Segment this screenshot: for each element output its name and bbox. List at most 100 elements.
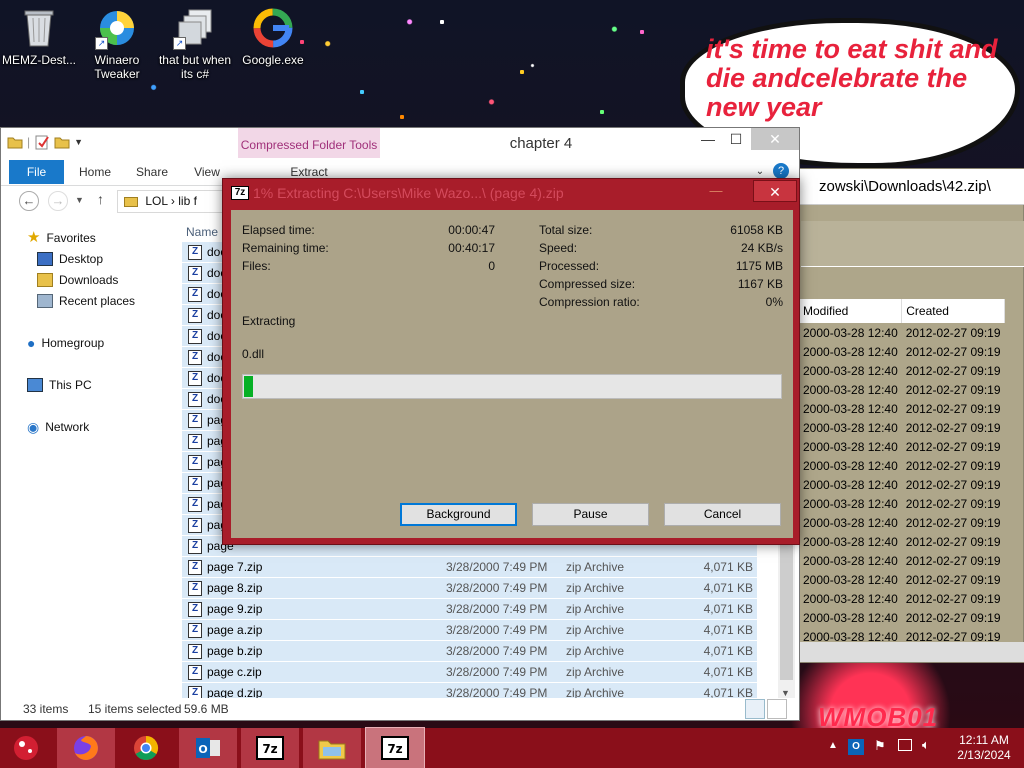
pause-button[interactable]: Pause [532, 503, 649, 526]
maximize-button[interactable]: ☐ [719, 128, 753, 150]
nav-homegroup[interactable]: ● Homegroup [27, 333, 104, 353]
scrollbar-thumb[interactable] [780, 540, 793, 680]
file-row[interactable]: Zpage 7.zip 3/28/2000 7:49 PM zip Archive 4… [182, 556, 757, 577]
qat-dropdown-icon[interactable]: ▼ [74, 137, 83, 147]
forward-button[interactable]: → [48, 191, 68, 211]
confetti [520, 70, 524, 74]
outlook-tray-icon[interactable]: O [848, 739, 864, 755]
file-row[interactable]: Zpage a.zip 3/28/2000 7:49 PM zip Archive 4… [182, 619, 757, 640]
taskbar-outlook[interactable]: O [179, 728, 237, 768]
background-button[interactable]: Background [400, 503, 517, 526]
up-button[interactable]: ↑ [97, 191, 104, 207]
archive-table-row[interactable]: 2000-03-28 12:40 2012-02-27 09:19 [799, 380, 1005, 399]
archive-table-row[interactable]: 2000-03-28 12:40 2012-02-27 09:19 [799, 399, 1005, 418]
archive-table-row[interactable]: 2000-03-28 12:40 2012-02-27 09:19 [799, 532, 1005, 551]
nav-network[interactable]: ◉ Network [27, 417, 89, 437]
nav-label: Recent places [59, 294, 136, 308]
address-bar[interactable]: LOL › lib f [117, 190, 237, 213]
file-row[interactable]: Zpage 8.zip 3/28/2000 7:49 PM zip Archive 4… [182, 577, 757, 598]
speed-label: Speed: [539, 241, 578, 255]
help-icon[interactable]: ? [773, 163, 789, 179]
cell-modified: 2000-03-28 12:40 [803, 572, 898, 587]
close-button[interactable]: ✕ [751, 128, 799, 150]
file-date: 3/28/2000 7:49 PM [446, 665, 548, 679]
nav-favorites[interactable]: ★ Favorites [27, 228, 96, 248]
cell-created: 2012-02-27 09:19 [905, 401, 1001, 416]
file-row[interactable]: Zpage d.zip 3/28/2000 7:49 PM zip Archive 4… [182, 682, 757, 698]
clock[interactable]: 12:11 AM 2/13/2024 [944, 733, 1024, 763]
google-icon [251, 6, 295, 50]
files-label: Files: [242, 259, 271, 273]
system-tray: ▲ O ⚑ 🔈︎ 12:11 AM 2/13/2024 [824, 728, 1024, 768]
archive-table-row[interactable]: 2000-03-28 12:40 2012-02-27 09:19 [799, 608, 1005, 627]
archive-table-row[interactable]: 2000-03-28 12:40 2012-02-27 09:19 [799, 437, 1005, 456]
column-header-modified[interactable]: Modified [799, 299, 903, 323]
desktop-icon-winaero[interactable]: ↗ Winaero Tweaker [78, 0, 156, 81]
details-view-button[interactable] [745, 699, 765, 719]
nav-recent-places[interactable]: Recent places [37, 291, 135, 311]
folder-icon [124, 196, 138, 207]
close-button[interactable]: ✕ [753, 180, 797, 202]
network-icon: ◉ [27, 419, 40, 435]
tab-file[interactable]: File [9, 160, 64, 184]
desktop-icon-memz[interactable]: MEMZ-Dest... [0, 0, 78, 67]
remaining-time-label: Remaining time: [242, 241, 329, 255]
tab-home[interactable]: Home [71, 160, 119, 184]
archive-table-row[interactable]: 2000-03-28 12:40 2012-02-27 09:19 [799, 323, 1005, 342]
archive-table-row[interactable]: 2000-03-28 12:40 2012-02-27 09:19 [799, 551, 1005, 570]
archive-table-row[interactable]: 2000-03-28 12:40 2012-02-27 09:19 [799, 513, 1005, 532]
minimize-button[interactable]: — [701, 181, 731, 201]
new-folder-icon[interactable] [54, 134, 70, 150]
confetti [640, 30, 644, 34]
archive-table-row[interactable]: 2000-03-28 12:40 2012-02-27 09:19 [799, 456, 1005, 475]
taskbar-file-explorer[interactable] [303, 728, 361, 768]
file-row[interactable]: Zpage 9.zip 3/28/2000 7:49 PM zip Archive 4… [182, 598, 757, 619]
properties-icon[interactable] [34, 134, 50, 150]
folder-icon[interactable] [7, 134, 23, 150]
show-hidden-icons-icon[interactable]: ▲ [828, 740, 838, 751]
desktop-icon-csharp[interactable]: ↗ that but when its c# [156, 0, 234, 81]
tab-share[interactable]: Share [129, 160, 175, 184]
item-count: 33 items [23, 702, 69, 716]
large-icons-view-button[interactable] [767, 699, 787, 719]
recent-locations-icon[interactable]: ▼ [75, 195, 84, 205]
archive-table-row[interactable]: 2000-03-28 12:40 2012-02-27 09:19 [799, 418, 1005, 437]
selected-size: 59.6 MB [184, 702, 229, 716]
dialog-title: 1% Extracting C:\Users\Mike Wazo...\ (pa… [253, 185, 564, 201]
archive-table-row[interactable]: 2000-03-28 12:40 2012-02-27 09:19 [799, 342, 1005, 361]
archive-table-row[interactable]: 2000-03-28 12:40 2012-02-27 09:19 [799, 570, 1005, 589]
network-icon[interactable] [898, 739, 912, 751]
start-button[interactable] [0, 728, 52, 768]
zip-file-icon: Z [188, 476, 202, 491]
taskbar-7zip-progress[interactable]: 7z [365, 727, 425, 768]
taskbar-firefox[interactable] [57, 728, 115, 768]
extract-progress-dialog[interactable]: 7z 1% Extracting C:\Users\Mike Wazo...\ … [222, 178, 800, 545]
volume-icon[interactable]: 🔈︎ [922, 737, 930, 753]
archive-path-bar[interactable]: zowski\Downloads\42.zip\ [781, 169, 1024, 205]
nav-desktop[interactable]: Desktop [37, 249, 103, 269]
scroll-down-icon[interactable]: ▼ [781, 688, 790, 698]
column-header-created[interactable]: Created [901, 299, 1005, 323]
cancel-button[interactable]: Cancel [664, 503, 781, 526]
processed-value: 1175 MB [735, 259, 783, 273]
taskbar-7zip[interactable]: 7z [241, 728, 299, 768]
desktop-icon-google[interactable]: Google.exe [234, 0, 312, 67]
zip-file-icon: Z [188, 686, 202, 698]
taskbar-chrome[interactable] [117, 728, 175, 768]
file-size: 4,071 KB [703, 644, 753, 658]
file-row[interactable]: Zpage b.zip 3/28/2000 7:49 PM zip Archive 4… [182, 640, 757, 661]
archive-table-row[interactable]: 2000-03-28 12:40 2012-02-27 09:19 [799, 475, 1005, 494]
nav-downloads[interactable]: Downloads [37, 270, 118, 290]
column-header-name[interactable]: Name [186, 225, 218, 239]
action-center-flag-icon[interactable]: ⚑ [874, 738, 886, 754]
archive-table-row[interactable]: 2000-03-28 12:40 2012-02-27 09:19 [799, 589, 1005, 608]
desktop-icon-label: MEMZ-Dest... [2, 53, 76, 67]
cell-created: 2012-02-27 09:19 [905, 591, 1001, 606]
archive-table-row[interactable]: 2000-03-28 12:40 2012-02-27 09:19 [799, 361, 1005, 380]
background-archive-window[interactable]: zowski\Downloads\42.zip\ Modified Create… [780, 168, 1024, 663]
title-bar[interactable]: | ▼ Compressed Folder Tools chapter 4 — … [1, 128, 799, 158]
archive-table-row[interactable]: 2000-03-28 12:40 2012-02-27 09:19 [799, 494, 1005, 513]
back-button[interactable]: ← [19, 191, 39, 211]
nav-this-pc[interactable]: This PC [27, 375, 92, 395]
file-row[interactable]: Zpage c.zip 3/28/2000 7:49 PM zip Archive 4… [182, 661, 757, 682]
